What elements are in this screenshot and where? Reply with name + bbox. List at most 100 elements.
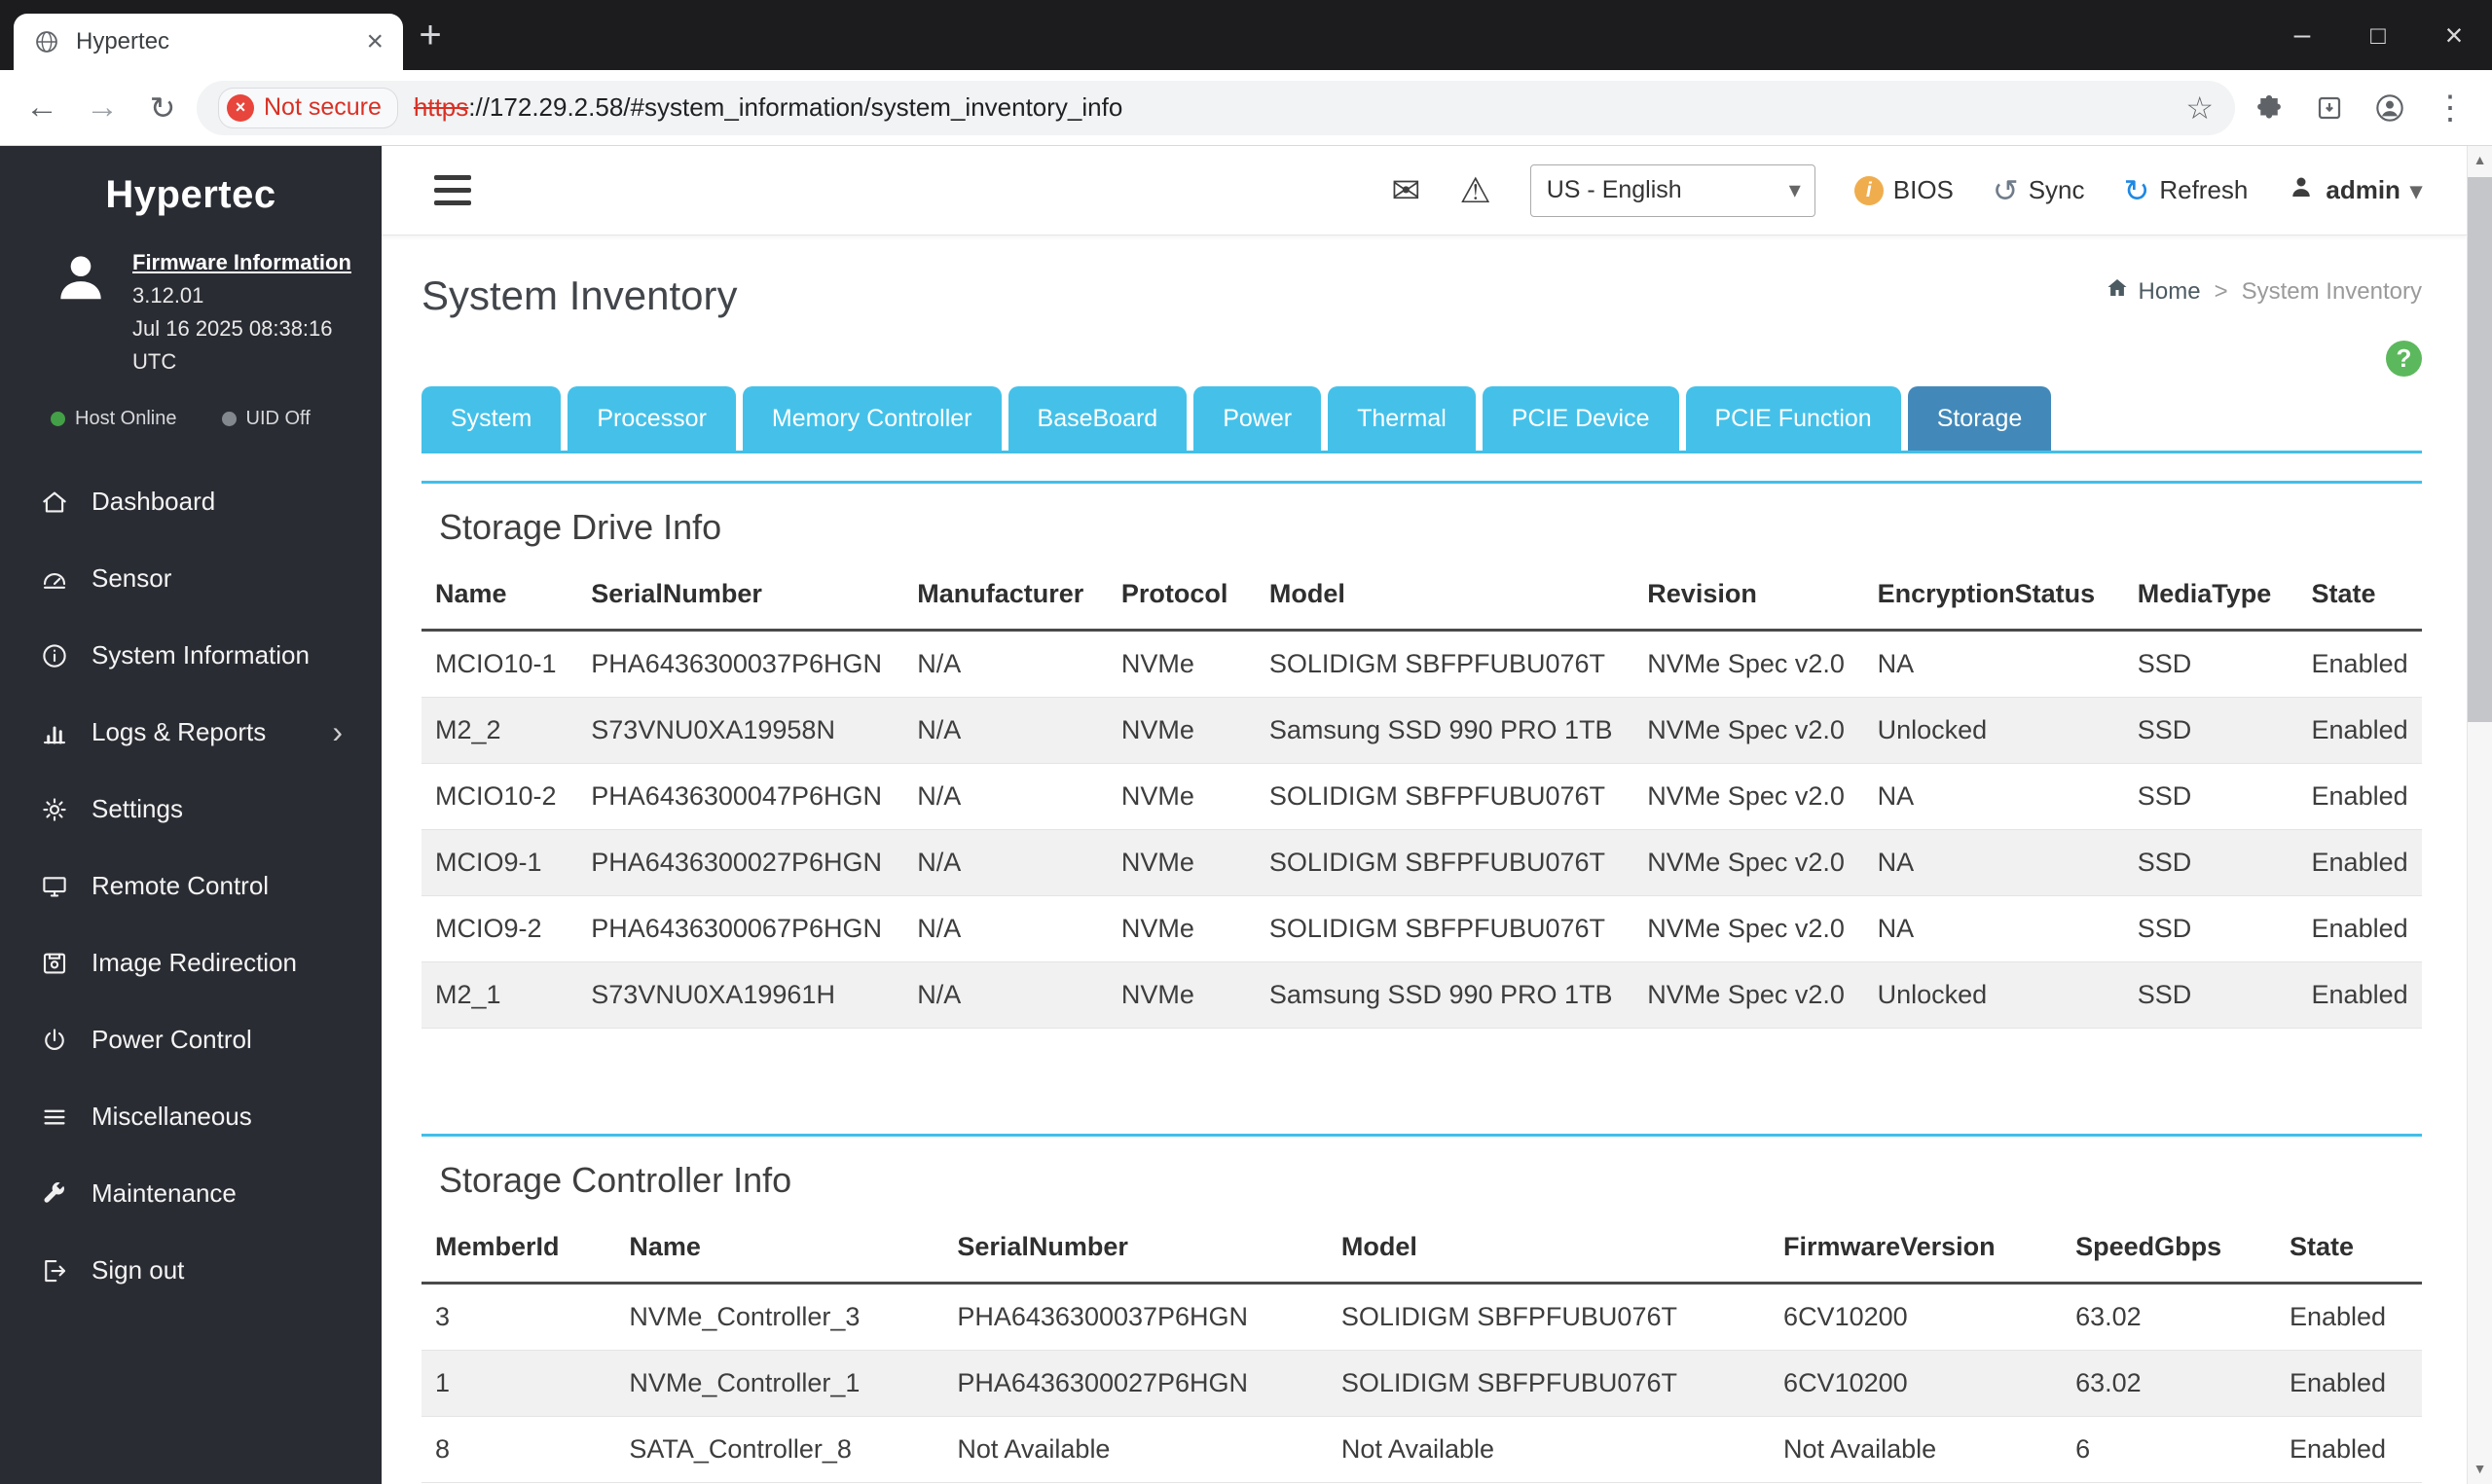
table-cell: SOLIDIGM SBFPFUBU076T <box>1327 1283 1771 1351</box>
hamburger-menu-button[interactable] <box>434 175 471 205</box>
profile-button[interactable] <box>2364 82 2416 134</box>
new-tab-button[interactable] <box>403 8 458 62</box>
sidebar-item-maintenance[interactable]: Maintenance <box>0 1155 382 1232</box>
table-cell: Enabled <box>2297 697 2422 764</box>
scrollbar-thumb[interactable] <box>2468 177 2492 722</box>
close-icon <box>2445 18 2464 54</box>
scroll-up-arrow-icon[interactable] <box>2468 146 2492 175</box>
table-cell: SOLIDIGM SBFPFUBU076T <box>1255 829 1634 896</box>
table-cell: Enabled <box>2297 895 2422 962</box>
sidebar-item-system-information[interactable]: System Information <box>0 617 382 694</box>
scroll-down-arrow-icon[interactable] <box>2468 1455 2492 1484</box>
sidebar-item-miscellaneous[interactable]: Miscellaneous <box>0 1078 382 1155</box>
bookmark-star-icon[interactable] <box>2185 90 2214 127</box>
table-cell: N/A <box>903 829 1108 896</box>
mail-icon[interactable] <box>1391 170 1420 211</box>
firmware-information-link[interactable]: Firmware Information <box>132 246 362 279</box>
host-online-dot-icon <box>51 412 65 427</box>
tab-thermal[interactable]: Thermal <box>1328 386 1476 451</box>
table-cell: SOLIDIGM SBFPFUBU076T <box>1255 895 1634 962</box>
back-button[interactable] <box>16 82 68 134</box>
sidebar-item-label: Maintenance <box>92 1178 237 1209</box>
caret-down-icon <box>2410 175 2422 205</box>
storage-controller-info-card: Storage Controller Info MemberId Name Seri… <box>421 1134 2422 1483</box>
browser-menu-button[interactable] <box>2424 82 2476 134</box>
bios-button[interactable]: BIOS <box>1853 175 1954 205</box>
minimize-icon <box>2294 18 2311 52</box>
page-scrollbar[interactable] <box>2467 146 2492 1484</box>
column-header: Revision <box>1633 560 1864 632</box>
table-row: MCIO10-2 PHA6436300047P6HGN N/A NVMe SOLIDIG… <box>421 763 2422 830</box>
column-header: State <box>2275 1213 2422 1285</box>
sidebar-item-settings[interactable]: Settings <box>0 771 382 848</box>
tab-memory-controller[interactable]: Memory Controller <box>742 386 1002 451</box>
table-row: MCIO9-1 PHA6436300027P6HGN N/A NVMe SOLIDIGM… <box>421 829 2422 896</box>
language-value: US - English <box>1546 176 1682 203</box>
column-header: Name <box>615 1213 944 1285</box>
puzzle-icon <box>2254 93 2284 123</box>
not-secure-icon <box>227 93 254 122</box>
table-cell: N/A <box>903 630 1108 698</box>
table-cell: SSD <box>2123 697 2298 764</box>
table-cell: N/A <box>903 895 1108 962</box>
gauge-icon <box>39 563 70 595</box>
browser-toolbar: Not secure https://172.29.2.58/#system_i… <box>0 70 2492 146</box>
table-cell: SSD <box>2123 630 2298 698</box>
breadcrumb-home-link[interactable]: Home <box>2106 276 2201 307</box>
close-button[interactable] <box>2416 0 2492 70</box>
url-scheme: https <box>413 92 469 122</box>
table-cell: NVMe Spec v2.0 <box>1633 763 1864 830</box>
main-area: US - English BIOS Sync Refresh <box>382 146 2467 1484</box>
table-cell: NVMe <box>1107 630 1256 698</box>
admin-menu-button[interactable]: admin <box>2287 172 2422 208</box>
app-header: US - English BIOS Sync Refresh <box>382 146 2467 235</box>
language-select[interactable]: US - English <box>1529 163 1815 217</box>
list-icon <box>39 1102 70 1133</box>
sidebar-item-dashboard[interactable]: Dashboard <box>0 463 382 540</box>
reload-icon <box>150 90 176 127</box>
tab-storage[interactable]: Storage <box>1907 386 2052 451</box>
tab-baseboard[interactable]: BaseBoard <box>1008 386 1188 451</box>
back-icon <box>25 89 58 127</box>
help-icon[interactable] <box>2386 341 2422 377</box>
browser-tools-button[interactable] <box>2303 82 2356 134</box>
sidebar-menu: Dashboard Sensor System Information Logs… <box>0 463 382 1309</box>
minimize-button[interactable] <box>2264 0 2340 70</box>
bios-info-icon <box>1853 175 1884 205</box>
table-cell: SSD <box>2123 763 2298 830</box>
admin-label: admin <box>2326 175 2400 204</box>
sidebar-item-logs-reports[interactable]: Logs & Reports <box>0 694 382 771</box>
address-bar[interactable]: Not secure https://172.29.2.58/#system_i… <box>197 80 2235 135</box>
tab-power[interactable]: Power <box>1193 386 1322 451</box>
sidebar-item-power-control[interactable]: Power Control <box>0 1001 382 1078</box>
table-row: MCIO10-1 PHA6436300037P6HGN N/A NVMe SOLIDIG… <box>421 630 2422 698</box>
tab-system[interactable]: System <box>421 386 562 451</box>
sidebar-item-remote-control[interactable]: Remote Control <box>0 848 382 924</box>
table-cell: 6CV10200 <box>1770 1283 2063 1351</box>
tab-close-icon[interactable] <box>366 25 384 58</box>
table-cell: SSD <box>2123 961 2298 1029</box>
table-cell: NA <box>1863 763 2124 830</box>
tab-processor[interactable]: Processor <box>568 386 736 451</box>
sidebar-item-image-redirection[interactable]: Image Redirection <box>0 924 382 1001</box>
column-header: EncryptionStatus <box>1863 560 2124 632</box>
section-title: Storage Controller Info <box>439 1160 792 1200</box>
warning-icon[interactable] <box>1459 170 1490 211</box>
tab-pcie-function[interactable]: PCIE Function <box>1685 386 1901 451</box>
power-icon <box>39 1025 70 1056</box>
extensions-button[interactable] <box>2243 82 2295 134</box>
tab-pcie-device[interactable]: PCIE Device <box>1482 386 1679 451</box>
browser-tab[interactable]: Hypertec <box>14 14 403 70</box>
sync-button[interactable]: Sync <box>1993 172 2085 209</box>
maximize-button[interactable] <box>2340 0 2416 70</box>
breadcrumb: Home > System Inventory <box>2106 276 2422 307</box>
url-rest: ://172.29.2.58/#system_information/syste… <box>468 92 1123 122</box>
table-row: 8 SATA_Controller_8 Not Available Not Avail… <box>421 1416 2422 1483</box>
refresh-button[interactable]: Refresh <box>2124 172 2248 209</box>
sidebar-item-sign-out[interactable]: Sign out <box>0 1232 382 1309</box>
reload-button[interactable] <box>136 82 189 134</box>
not-secure-chip[interactable]: Not secure <box>218 87 398 128</box>
forward-button[interactable] <box>76 82 128 134</box>
column-header: Protocol <box>1107 560 1256 632</box>
sidebar-item-sensor[interactable]: Sensor <box>0 540 382 617</box>
